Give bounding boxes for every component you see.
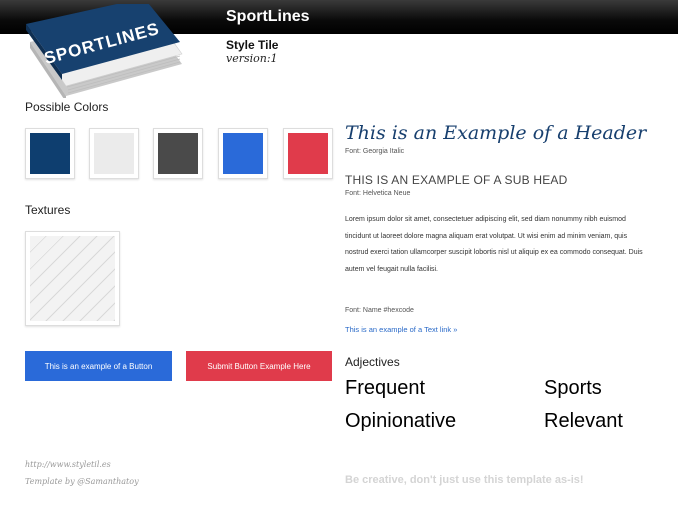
submit-button[interactable]: Submit Button Example Here: [186, 351, 332, 381]
style-tile-title: Style Tile: [226, 38, 279, 52]
adjective-item: Opinionative: [345, 410, 457, 432]
adjectives-label: Adjectives: [345, 355, 400, 369]
footer-note: Be creative, don't just use this templat…: [345, 474, 584, 486]
example-button[interactable]: This is an example of a Button: [25, 351, 172, 381]
example-header: This is an Example of a Header: [345, 122, 647, 144]
adjective-item: Relevant: [544, 410, 623, 432]
body-text-sample: Lorem ipsum dolor sit amet, consectetuer…: [345, 216, 643, 273]
style-tile-version: version:1: [226, 52, 278, 65]
texture-sample: [25, 231, 120, 326]
subhead-font-note: Font: Helvetica Neue: [345, 190, 411, 197]
sportlines-logo: SPORTLINES: [26, 4, 183, 98]
adjective-item: Sports: [544, 377, 602, 399]
header-font-note: Font: Georgia Italic: [345, 148, 405, 155]
brand-title: SportLines: [226, 8, 310, 25]
color-swatch-dark-gray: [153, 128, 203, 179]
footer-url: http://www.styletil.es: [25, 460, 111, 469]
textures-label: Textures: [25, 203, 71, 217]
color-swatch-light-gray: [89, 128, 139, 179]
color-swatch-blue: [218, 128, 268, 179]
colors-label: Possible Colors: [25, 100, 109, 114]
color-swatch-navy: [25, 128, 75, 179]
adjective-item: Frequent: [345, 377, 426, 399]
color-swatch-red: [283, 128, 333, 179]
example-subhead: THIS IS AN EXAMPLE OF A SUB HEAD: [345, 173, 568, 187]
footer-credit: Template by @Samanthatoy: [25, 477, 139, 486]
example-text-link[interactable]: This is an example of a Text link »: [345, 325, 457, 334]
font-name-note: Font: Name #hexcode: [345, 307, 414, 314]
